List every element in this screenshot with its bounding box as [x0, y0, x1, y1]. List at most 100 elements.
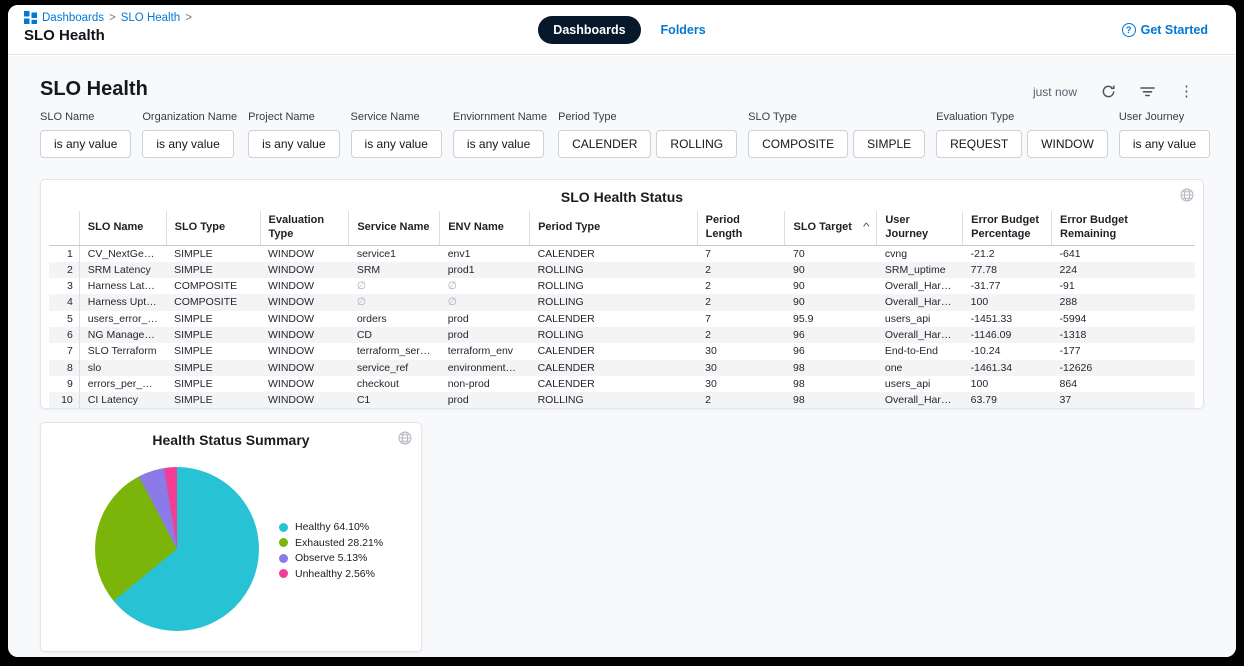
- table-row[interactable]: 1CV_NextGen_ProdSIMPLEWINDOWservice1env1…: [49, 245, 1195, 262]
- filter-label: Service Name: [351, 111, 442, 123]
- table-row[interactable]: 6NG Manager LatencySIMPLEWINDOWCDprodROL…: [49, 327, 1195, 343]
- tab-folders[interactable]: Folders: [661, 23, 706, 37]
- table-row[interactable]: 2SRM LatencySIMPLEWINDOWSRMprod1ROLLING2…: [49, 262, 1195, 278]
- filter-value-button[interactable]: is any value: [142, 130, 233, 158]
- filter-value-button[interactable]: is any value: [248, 130, 339, 158]
- table-cell: WINDOW: [260, 262, 349, 278]
- table-cell: ROLLING: [530, 262, 698, 278]
- table-cell: CALENDER: [530, 343, 698, 359]
- table-cell: 30: [697, 376, 785, 392]
- table-cell: Overall_Harness: [877, 278, 963, 294]
- dashboard-body: SLO Health just now ⋮ SLO Nameis any val…: [8, 56, 1236, 657]
- table-cell: prod: [440, 327, 530, 343]
- tab-dashboards[interactable]: Dashboards: [538, 16, 640, 44]
- filter-icon[interactable]: [1140, 85, 1155, 98]
- legend-item[interactable]: Healthy 64.10%: [279, 521, 383, 533]
- breadcrumb-dashboards[interactable]: Dashboards: [42, 12, 104, 24]
- column-header[interactable]: Service Name: [349, 211, 440, 245]
- filter-value-button[interactable]: CALENDER: [558, 130, 651, 158]
- legend-swatch: [279, 538, 288, 547]
- filter-value-button[interactable]: ROLLING: [656, 130, 737, 158]
- legend-label: Observe 5.13%: [295, 552, 367, 564]
- legend-item[interactable]: Unhealthy 2.56%: [279, 568, 383, 580]
- column-header[interactable]: User Journey: [877, 211, 963, 245]
- filter-value-button[interactable]: COMPOSITE: [748, 130, 848, 158]
- more-vertical-icon[interactable]: ⋮: [1179, 84, 1194, 99]
- filter-group: Project Name is any value: [248, 111, 339, 158]
- filter-label: Evaluation Type: [936, 111, 1108, 123]
- legend-item[interactable]: Observe 5.13%: [279, 552, 383, 564]
- column-header[interactable]: Period Length: [697, 211, 785, 245]
- table-cell: 30: [697, 343, 785, 359]
- breadcrumb[interactable]: Dashboards > SLO Health >: [24, 11, 192, 24]
- filter-value-button[interactable]: is any value: [453, 130, 544, 158]
- table-cell: SIMPLE: [166, 392, 260, 408]
- filter-label: Enviornment Name: [453, 111, 547, 123]
- table-cell: environment_ref: [440, 360, 530, 376]
- table-cell: CALENDER: [530, 245, 698, 262]
- table-cell: -1451.33: [963, 311, 1052, 327]
- filter-group: Evaluation Type REQUESTWINDOW: [936, 111, 1108, 158]
- column-header[interactable]: SLO Name: [79, 211, 166, 245]
- table-cell: ROLLING: [530, 392, 698, 408]
- globe-icon[interactable]: [1180, 188, 1194, 207]
- filter-value-button[interactable]: is any value: [351, 130, 442, 158]
- table-cell: WINDOW: [260, 311, 349, 327]
- legend-swatch: [279, 554, 288, 563]
- table-cell: 98: [785, 376, 877, 392]
- dashboards-grid-icon: [24, 11, 37, 24]
- table-row[interactable]: 3Harness LatencyCOMPOSITEWINDOW∅∅ROLLING…: [49, 278, 1195, 294]
- breadcrumb-slo-health[interactable]: SLO Health: [121, 12, 180, 24]
- column-header[interactable]: SLO Type: [166, 211, 260, 245]
- globe-icon[interactable]: [398, 431, 412, 450]
- column-header[interactable]: Error Budget Percentage: [963, 211, 1052, 245]
- table-cell: SIMPLE: [166, 262, 260, 278]
- table-cell: 2: [697, 278, 785, 294]
- table-row[interactable]: 10CI LatencySIMPLEWINDOWC1prodROLLING298…: [49, 392, 1195, 408]
- filter-value-button[interactable]: SIMPLE: [853, 130, 925, 158]
- filter-value-button[interactable]: REQUEST: [936, 130, 1022, 158]
- table-cell: -31.77: [963, 278, 1052, 294]
- table-cell: 96: [785, 343, 877, 359]
- table-row[interactable]: 5users_error_per_minSIMPLEWINDOWorderspr…: [49, 311, 1195, 327]
- table-cell: 30: [697, 360, 785, 376]
- column-header[interactable]: Evaluation Type: [260, 211, 349, 245]
- table-cell: 100: [963, 376, 1052, 392]
- table-cell: non-prod: [440, 376, 530, 392]
- pie-chart[interactable]: [95, 467, 259, 631]
- top-bar: Dashboards > SLO Health > SLO Health Das…: [8, 5, 1236, 55]
- filter-value-button[interactable]: is any value: [1119, 130, 1210, 158]
- row-number: 8: [49, 360, 79, 376]
- filter-label: Project Name: [248, 111, 339, 123]
- table-cell: WINDOW: [260, 245, 349, 262]
- table-cell: CALENDER: [530, 360, 698, 376]
- table-cell: service_ref: [349, 360, 440, 376]
- table-cell: Harness Latency: [79, 278, 166, 294]
- table-cell: CALENDER: [530, 311, 698, 327]
- legend-item[interactable]: Exhausted 28.21%: [279, 537, 383, 549]
- table-cell: slo: [79, 360, 166, 376]
- table-cell: ROLLING: [530, 327, 698, 343]
- row-number: 7: [49, 343, 79, 359]
- column-header[interactable]: Error Budget Remaining: [1052, 211, 1195, 245]
- column-header[interactable]: Period Type: [530, 211, 698, 245]
- table-cell: 98: [785, 392, 877, 408]
- table-cell: WINDOW: [260, 294, 349, 310]
- breadcrumb-separator: >: [109, 12, 116, 24]
- filter-group: SLO Nameis any value: [40, 111, 131, 158]
- get-started-label: Get Started: [1141, 23, 1208, 37]
- column-header[interactable]: SLO Target^: [785, 211, 877, 245]
- filter-value-button[interactable]: WINDOW: [1027, 130, 1108, 158]
- table-row[interactable]: 4Harness UptimeCOMPOSITEWINDOW∅∅ROLLING2…: [49, 294, 1195, 310]
- get-started-link[interactable]: ? Get Started: [1122, 5, 1208, 55]
- refresh-icon[interactable]: [1101, 84, 1116, 99]
- filter-value-button[interactable]: is any value: [40, 130, 131, 158]
- table-row[interactable]: 7SLO TerraformSIMPLEWINDOWterraform_serv…: [49, 343, 1195, 359]
- table-cell: SRM_uptime: [877, 262, 963, 278]
- column-header[interactable]: ENV Name: [440, 211, 530, 245]
- table-cell: End-to-End: [877, 343, 963, 359]
- table-row[interactable]: 8sloSIMPLEWINDOWservice_refenvironment_r…: [49, 360, 1195, 376]
- table-row[interactable]: 9errors_per_minSIMPLEWINDOWcheckoutnon-p…: [49, 376, 1195, 392]
- table-cell: 95.9: [785, 311, 877, 327]
- filter-group: SLO TypeCOMPOSITESIMPLE: [748, 111, 925, 158]
